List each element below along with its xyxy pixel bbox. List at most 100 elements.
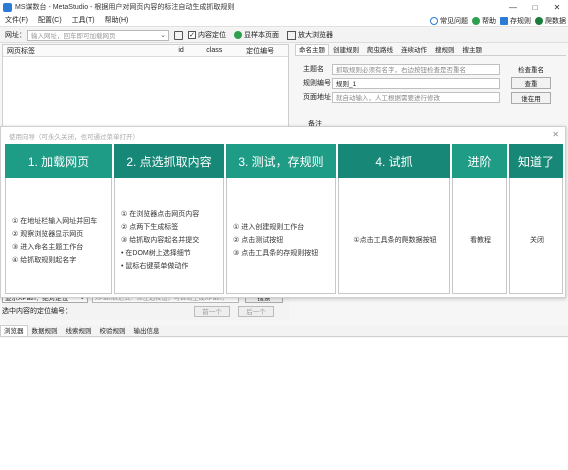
col-class[interactable]: class: [202, 47, 242, 54]
locate-nav: 选中内容的定位编号： 前一个 后一个: [2, 304, 289, 318]
step-got-it[interactable]: 知道了 关闭: [509, 144, 563, 294]
faq-button[interactable]: 常见问题: [430, 16, 468, 26]
tab-crawler-route[interactable]: 爬虫路线: [363, 44, 397, 55]
step-title: 知道了: [509, 144, 563, 178]
page-row: 页面地址 就自动输入，人工根据需要进行修改: [303, 90, 503, 104]
step-body: 关闭: [509, 178, 563, 294]
next-button[interactable]: 后一个: [238, 305, 274, 317]
bottom-tabs: 浏览器 数据规则 线索规则 校验规则 输出信息: [0, 325, 568, 337]
step-title: 3. 测试，存规则: [226, 144, 336, 178]
col-locate-no[interactable]: 定位编号: [242, 46, 288, 56]
close-button[interactable]: ✕: [546, 0, 568, 14]
theme-row: 主题名 抓取规则必须有名字，右边按钮检查是否重名: [303, 62, 503, 76]
content-locate-label: 内容定位: [198, 32, 226, 39]
help-button[interactable]: 帮助: [472, 16, 496, 26]
tab-create-rule[interactable]: 创建规则: [329, 44, 363, 55]
step-test-save[interactable]: 3. 测试，存规则 ① 进入创建规则工作台 ② 点击测试按钮 ③ 点击工具条的存…: [226, 144, 336, 294]
tab-data-rule[interactable]: 数据规则: [28, 325, 62, 336]
close-wizard-link[interactable]: 关闭: [530, 234, 544, 247]
rule-input[interactable]: 规则_1: [332, 77, 500, 89]
wizard-steps: 1. 加载网页 ① 在地址栏输入网址并回车 ② 观察浏览器显示网页 ③ 进入命名…: [5, 144, 563, 294]
dom-tree-header: 网页标签 id class 定位编号: [3, 45, 288, 57]
step-body: 看教程: [452, 178, 507, 294]
step-pick-content[interactable]: 2. 点选抓取内容 ① 在浏览器点击网页内容 ② 点两下生成标签 ③ 给抓取内容…: [114, 144, 224, 294]
step-body: ① 在地址栏输入网址并回车 ② 观察浏览器显示网页 ③ 进入命名主题工作台 ④ …: [5, 178, 112, 294]
save-icon: [500, 16, 508, 25]
who-uses-button[interactable]: 谁在用: [511, 92, 551, 104]
step-line: • 鼠标右键菜单做动作: [121, 263, 189, 270]
zoom-browser-label: 放大浏览器: [298, 32, 333, 39]
step-line: ① 在浏览器点击网页内容: [121, 211, 200, 218]
crawl-button[interactable]: 爬数据: [535, 16, 566, 26]
wizard-hint: 使用向导（可永久关闭，也可通过菜单打开）: [9, 134, 139, 141]
spider-icon: [535, 16, 543, 25]
expand-icon: [287, 30, 296, 40]
step-advanced[interactable]: 进阶 看教程: [452, 144, 507, 294]
step-line: ③ 进入命名主题工作台: [12, 243, 84, 251]
menu-help[interactable]: 帮助(H): [100, 15, 134, 25]
save-rule-label: 存规则: [510, 17, 531, 25]
check-name-group: 检查重名 查重 谁在用: [509, 64, 553, 114]
window-title: MS谋数台 - MetaStudio - 根据用户对网页内容的标注自动生成抓取规…: [15, 4, 235, 11]
tutorial-link[interactable]: 看教程: [470, 234, 491, 247]
step-line: ③ 点击工具条的存规则按钮: [233, 250, 319, 257]
close-icon[interactable]: ✕: [552, 130, 559, 139]
address-label: 网址：: [5, 32, 26, 39]
check-name-title: 检查重名: [518, 67, 544, 74]
chevron-down-icon[interactable]: ⌄: [160, 31, 166, 39]
browser-view[interactable]: [0, 338, 568, 470]
save-rule-button[interactable]: 存规则: [500, 16, 531, 26]
window-controls: — □ ✕: [502, 0, 568, 14]
page-input[interactable]: 就自动输入，人工根据需要进行修改: [332, 91, 500, 103]
zoom-browser-button[interactable]: 放大浏览器: [287, 30, 333, 40]
page-label: 页面地址: [303, 94, 331, 101]
step-try-crawl[interactable]: 4. 试抓 ①点击工具条的爬数据按钮: [338, 144, 450, 294]
step-load-page[interactable]: 1. 加载网页 ① 在地址栏输入网址并回车 ② 观察浏览器显示网页 ③ 进入命名…: [5, 144, 112, 294]
step-line: ② 点两下生成标签: [121, 224, 179, 231]
theme-form: 主题名 抓取规则必须有名字，右边按钮检查是否重名 规则编号 规则_1 页面地址 …: [303, 62, 503, 104]
col-page-tag[interactable]: 网页标签: [3, 46, 174, 56]
step-line: ② 点击测试按钮: [233, 237, 284, 244]
maximize-button[interactable]: □: [524, 0, 546, 14]
main-window: MS谋数台 - MetaStudio - 根据用户对网页内容的标注自动生成抓取规…: [0, 0, 568, 470]
content-locate-toggle[interactable]: ✓ 内容定位: [188, 30, 226, 40]
menu-tools[interactable]: 工具(T): [67, 15, 100, 25]
col-id[interactable]: id: [174, 47, 202, 54]
tab-clue-rule[interactable]: 线索规则: [62, 325, 96, 336]
step-line: ① 进入创建规则工作台: [233, 224, 305, 231]
usage-wizard: 使用向导（可永久关闭，也可通过菜单打开） ✕ 1. 加载网页 ① 在地址栏输入网…: [0, 126, 566, 298]
refresh-button[interactable]: [174, 30, 183, 40]
step-title: 4. 试抓: [338, 144, 450, 178]
menu-config[interactable]: 配置(C): [33, 15, 67, 25]
check-circle-icon: [234, 31, 242, 39]
theme-input[interactable]: 抓取规则必须有名字，右边按钮检查是否重名: [332, 63, 500, 75]
app-logo-icon: [3, 2, 12, 12]
tab-output-info[interactable]: 输出信息: [130, 325, 164, 336]
menu-file[interactable]: 文件(F): [0, 15, 33, 25]
check-duplicate-button[interactable]: 查重: [511, 77, 551, 89]
address-bar: 网址： 输入网址，回车即可加载网页 ⌄ ✓ 内容定位 显样本页面 放大浏览器: [0, 28, 568, 43]
tab-name-theme[interactable]: 命名主题: [295, 44, 329, 55]
sample-page-label: 显样本页面: [244, 32, 279, 39]
step-line: ③ 给抓取内容起名并提交: [121, 237, 200, 244]
page-icon: [174, 30, 183, 40]
tab-verify-rule[interactable]: 校验规则: [96, 325, 130, 336]
selected-locate-label: 选中内容的定位编号：: [2, 308, 72, 315]
step-line: ② 观察浏览器显示网页: [12, 230, 84, 238]
tab-search-theme[interactable]: 搜主题: [459, 44, 487, 55]
tab-search-rule[interactable]: 搜规则: [431, 44, 459, 55]
minimize-button[interactable]: —: [502, 0, 524, 14]
step-title: 1. 加载网页: [5, 144, 112, 178]
menu-bar: 文件(F) 配置(C) 工具(T) 帮助(H) 常见问题 帮助 存规则 爬数据: [0, 14, 568, 27]
step-line: ①点击工具条的爬数据按钮: [353, 237, 437, 244]
step-body: ① 在浏览器点击网页内容 ② 点两下生成标签 ③ 给抓取内容起名并提交 • 在D…: [114, 178, 224, 294]
prev-button[interactable]: 前一个: [194, 305, 230, 317]
step-body: ① 进入创建规则工作台 ② 点击测试按钮 ③ 点击工具条的存规则按钮: [226, 178, 336, 294]
rule-row: 规则编号 规则_1: [303, 76, 503, 90]
address-input[interactable]: 输入网址，回车即可加载网页 ⌄: [27, 29, 169, 41]
content-locate-checkbox[interactable]: ✓: [188, 31, 196, 39]
sample-page-toggle[interactable]: 显样本页面: [234, 30, 279, 40]
workbench-tabs: 命名主题 创建规则 爬虫路线 连续动作 搜规则 搜主题: [295, 44, 566, 56]
tab-continuous-action[interactable]: 连续动作: [397, 44, 431, 55]
tab-browser[interactable]: 浏览器: [0, 325, 28, 336]
